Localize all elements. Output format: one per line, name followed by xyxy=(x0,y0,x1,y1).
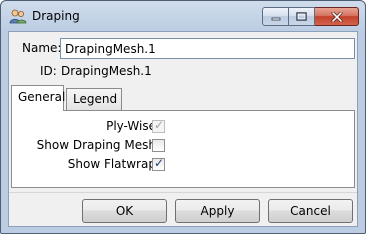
close-button[interactable] xyxy=(315,7,359,26)
ply-wise-checkbox[interactable] xyxy=(152,118,165,133)
general-tab-panel: Ply-Wise: Show Draping Mesh: Show Flatwr… xyxy=(11,110,355,188)
show-draping-mesh-label: Show Draping Mesh: xyxy=(36,138,160,152)
apply-button[interactable]: Apply xyxy=(175,199,260,223)
window-title: Draping xyxy=(32,9,80,23)
name-input[interactable] xyxy=(60,38,355,59)
window-controls xyxy=(262,7,359,27)
maximize-button[interactable] xyxy=(289,7,315,26)
name-label: Name: xyxy=(22,41,62,55)
dialog-body: Name: ID: DrapingMesh.1 General Legend P… xyxy=(8,31,358,227)
show-draping-mesh-checkbox[interactable] xyxy=(152,139,165,152)
close-icon xyxy=(331,11,342,22)
title-bar[interactable]: Draping xyxy=(1,1,365,31)
maximize-icon xyxy=(296,12,307,21)
people-icon xyxy=(9,9,27,24)
cancel-button[interactable]: Cancel xyxy=(268,199,353,223)
tab-legend[interactable]: Legend xyxy=(66,88,122,110)
divider xyxy=(9,192,357,193)
minimize-button[interactable] xyxy=(262,7,289,26)
tab-general[interactable]: General xyxy=(11,85,65,111)
minimize-icon xyxy=(271,17,280,20)
draping-dialog: Draping Name: ID: xyxy=(0,0,366,234)
id-label: ID: xyxy=(40,64,57,78)
show-flatwrap-checkbox[interactable] xyxy=(152,156,165,171)
ok-button[interactable]: OK xyxy=(82,199,167,223)
id-value: DrapingMesh.1 xyxy=(61,64,152,78)
show-flatwrap-label: Show Flatwrap: xyxy=(67,157,160,171)
